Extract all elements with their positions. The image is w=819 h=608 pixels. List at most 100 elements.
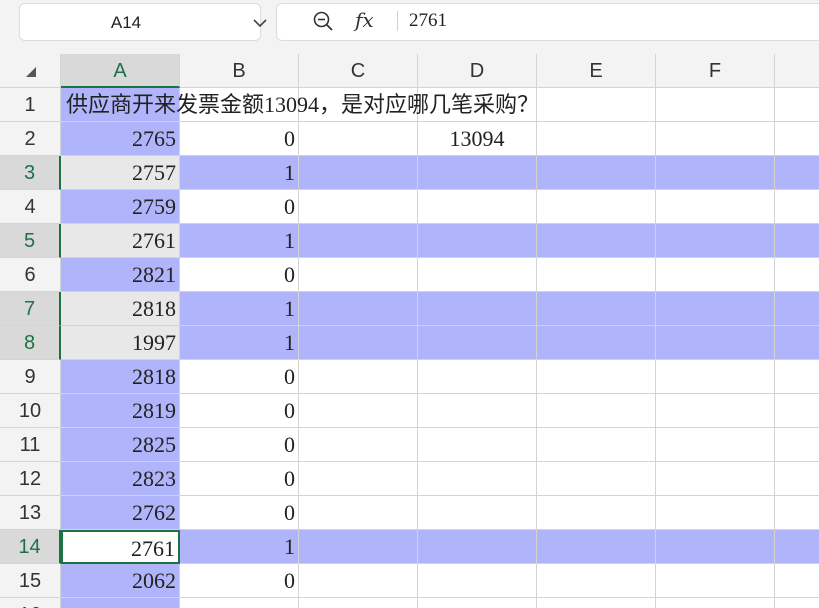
cell-b13[interactable]: 0 xyxy=(180,496,299,530)
cell-g3[interactable] xyxy=(775,156,819,190)
row-header-6[interactable]: 6 xyxy=(0,258,61,292)
cell-b16[interactable] xyxy=(180,598,299,608)
formula-input[interactable]: 2761 xyxy=(409,8,447,34)
row-header-5[interactable]: 5 xyxy=(0,224,61,258)
cell-e16[interactable] xyxy=(537,598,656,608)
cell-f2[interactable] xyxy=(656,122,775,156)
cell-a13[interactable]: 2762 xyxy=(61,496,180,530)
cell-c8[interactable] xyxy=(299,326,418,360)
row-header-1[interactable]: 1 xyxy=(0,88,61,122)
cell-e4[interactable] xyxy=(537,190,656,224)
cell-d6[interactable] xyxy=(418,258,537,292)
cell-c12[interactable] xyxy=(299,462,418,496)
cell-g2[interactable] xyxy=(775,122,819,156)
cell-f5[interactable] xyxy=(656,224,775,258)
cell-e13[interactable] xyxy=(537,496,656,530)
cell-e7[interactable] xyxy=(537,292,656,326)
cell-d13[interactable] xyxy=(418,496,537,530)
cell-a5[interactable]: 2761 xyxy=(61,224,180,258)
cell-e14[interactable] xyxy=(537,530,656,564)
cell-g13[interactable] xyxy=(775,496,819,530)
cell-d16[interactable] xyxy=(418,598,537,608)
cell-e8[interactable] xyxy=(537,326,656,360)
cell-c16[interactable] xyxy=(299,598,418,608)
row-header-12[interactable]: 12 xyxy=(0,462,61,496)
cell-b9[interactable]: 0 xyxy=(180,360,299,394)
cell-a3[interactable]: 2757 xyxy=(61,156,180,190)
cell-d10[interactable] xyxy=(418,394,537,428)
cell-f7[interactable] xyxy=(656,292,775,326)
cell-a8[interactable]: 1997 xyxy=(61,326,180,360)
cell-d8[interactable] xyxy=(418,326,537,360)
cell-d11[interactable] xyxy=(418,428,537,462)
cell-g5[interactable] xyxy=(775,224,819,258)
cell-b7[interactable]: 1 xyxy=(180,292,299,326)
row-header-14[interactable]: 14 xyxy=(0,530,61,564)
cell-c13[interactable] xyxy=(299,496,418,530)
cell-b6[interactable]: 0 xyxy=(180,258,299,292)
cell-g12[interactable] xyxy=(775,462,819,496)
cell-e6[interactable] xyxy=(537,258,656,292)
cell-b4[interactable]: 0 xyxy=(180,190,299,224)
column-header-b[interactable]: B xyxy=(180,54,299,88)
cell-c6[interactable] xyxy=(299,258,418,292)
row-header-13[interactable]: 13 xyxy=(0,496,61,530)
cell-b3[interactable]: 1 xyxy=(180,156,299,190)
cell-g9[interactable] xyxy=(775,360,819,394)
cell-g11[interactable] xyxy=(775,428,819,462)
column-header-d[interactable]: D xyxy=(418,54,537,88)
cell-g1[interactable] xyxy=(775,88,819,122)
cell-g15[interactable] xyxy=(775,564,819,598)
row-header-7[interactable]: 7 xyxy=(0,292,61,326)
column-header-e[interactable]: E xyxy=(537,54,656,88)
cell-d15[interactable] xyxy=(418,564,537,598)
cell-f3[interactable] xyxy=(656,156,775,190)
cell-f11[interactable] xyxy=(656,428,775,462)
row-header-4[interactable]: 4 xyxy=(0,190,61,224)
cell-c15[interactable] xyxy=(299,564,418,598)
cell-b2[interactable]: 0 xyxy=(180,122,299,156)
cell-d14[interactable] xyxy=(418,530,537,564)
cell-c2[interactable] xyxy=(299,122,418,156)
cell-a4[interactable]: 2759 xyxy=(61,190,180,224)
cell-g16[interactable] xyxy=(775,598,819,608)
column-header-f[interactable]: F xyxy=(656,54,775,88)
cell-c5[interactable] xyxy=(299,224,418,258)
row-header-9[interactable]: 9 xyxy=(0,360,61,394)
cell-b8[interactable]: 1 xyxy=(180,326,299,360)
cell-c9[interactable] xyxy=(299,360,418,394)
cell-a2[interactable]: 2765 xyxy=(61,122,180,156)
column-header-a[interactable]: A xyxy=(61,54,180,88)
cell-a6[interactable]: 2821 xyxy=(61,258,180,292)
cell-g6[interactable] xyxy=(775,258,819,292)
cell-c14[interactable] xyxy=(299,530,418,564)
cell-b15[interactable]: 0 xyxy=(180,564,299,598)
cell-c10[interactable] xyxy=(299,394,418,428)
row-header-3[interactable]: 3 xyxy=(0,156,61,190)
cell-e12[interactable] xyxy=(537,462,656,496)
cell-d2[interactable]: 13094 xyxy=(418,122,537,156)
cell-g8[interactable] xyxy=(775,326,819,360)
cell-g10[interactable] xyxy=(775,394,819,428)
cell-d12[interactable] xyxy=(418,462,537,496)
cell-e10[interactable] xyxy=(537,394,656,428)
cell-f14[interactable] xyxy=(656,530,775,564)
cell-d4[interactable] xyxy=(418,190,537,224)
cell-a10[interactable]: 2819 xyxy=(61,394,180,428)
cell-a15[interactable]: 2062 xyxy=(61,564,180,598)
cell-b14[interactable]: 1 xyxy=(180,530,299,564)
row-header-8[interactable]: 8 xyxy=(0,326,61,360)
column-header-c[interactable]: C xyxy=(299,54,418,88)
cell-f12[interactable] xyxy=(656,462,775,496)
cell-d7[interactable] xyxy=(418,292,537,326)
cell-b5[interactable]: 1 xyxy=(180,224,299,258)
cell-e15[interactable] xyxy=(537,564,656,598)
cell-a11[interactable]: 2825 xyxy=(61,428,180,462)
cell-c4[interactable] xyxy=(299,190,418,224)
cell-g7[interactable] xyxy=(775,292,819,326)
cell-b12[interactable]: 0 xyxy=(180,462,299,496)
select-all-corner[interactable] xyxy=(0,54,61,88)
chevron-down-icon[interactable] xyxy=(253,17,267,29)
cell-f15[interactable] xyxy=(656,564,775,598)
cell-c7[interactable] xyxy=(299,292,418,326)
